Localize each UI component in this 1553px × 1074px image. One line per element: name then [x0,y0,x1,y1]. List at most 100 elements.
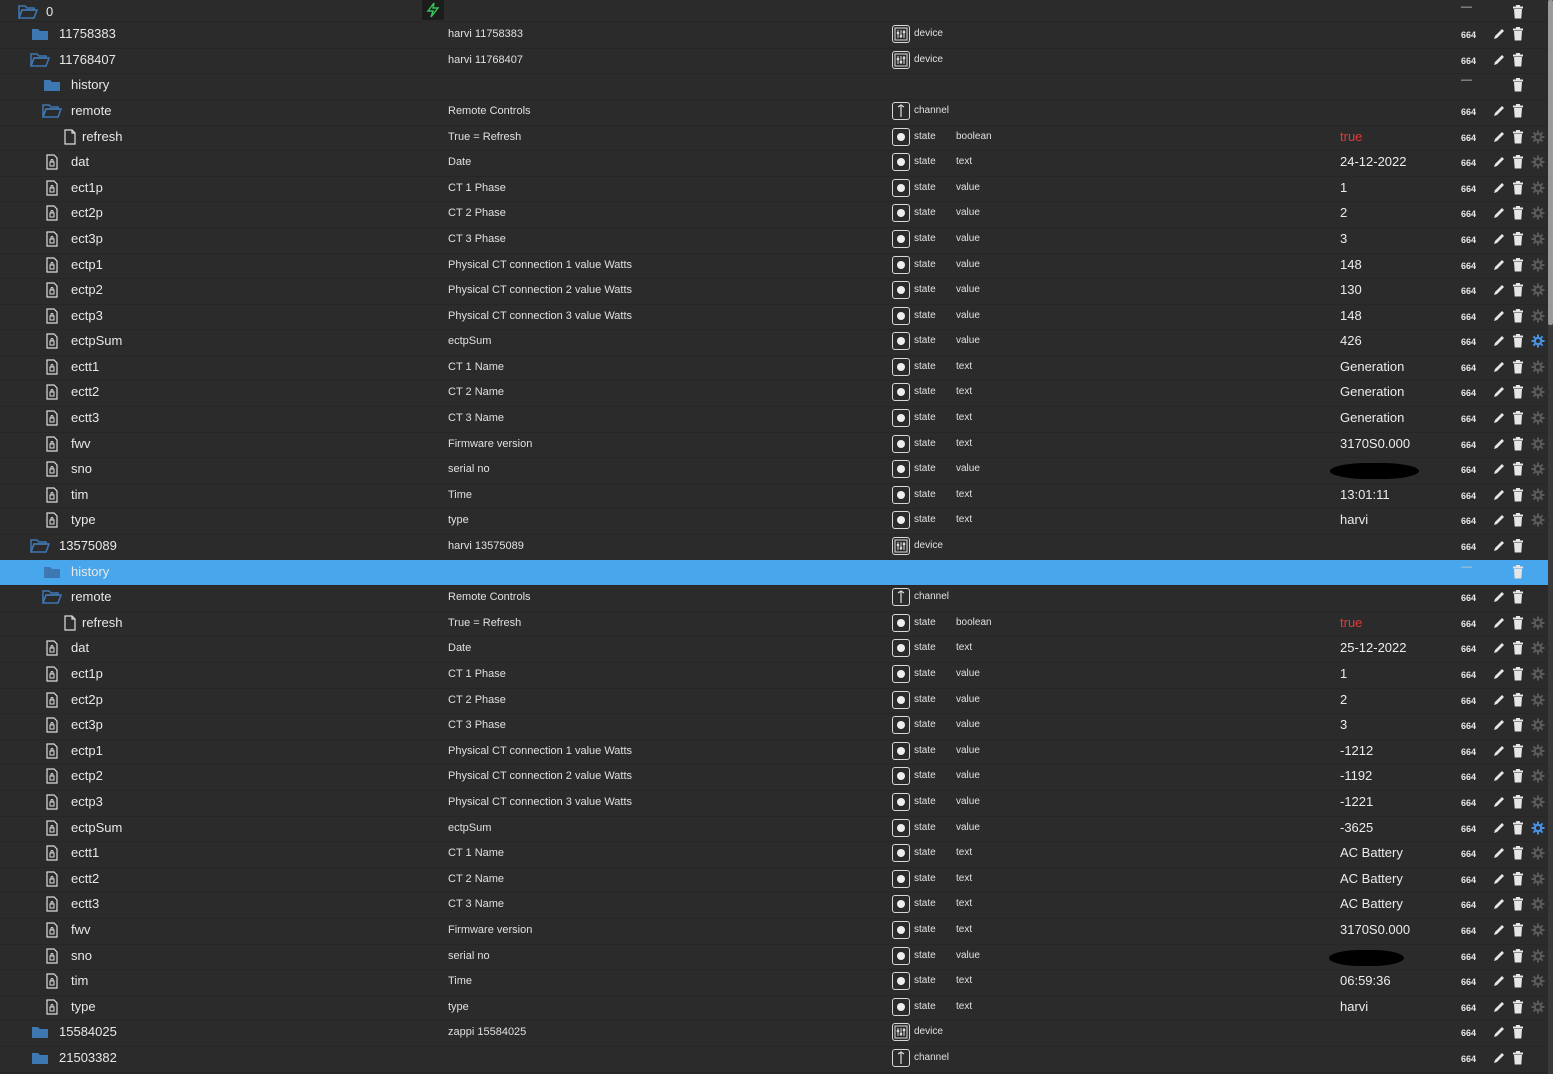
trash-icon[interactable] [1510,1024,1526,1040]
state-value[interactable]: 3170S0.000 [1340,922,1410,937]
gear-icon[interactable] [1530,871,1546,887]
gear-icon[interactable] [1530,231,1546,247]
tree-row-11758383[interactable]: 11758383 harvi 11758383 device 664 [0,22,1548,49]
gear-icon[interactable] [1530,999,1546,1015]
acl-value[interactable]: 664 [1461,798,1476,808]
state-value[interactable]: AC Battery [1340,896,1403,911]
pencil-icon[interactable] [1491,26,1507,42]
trash-icon[interactable] [1510,77,1526,93]
pencil-icon[interactable] [1491,384,1507,400]
tree-row-type[interactable]: type type state text harvi 664 [0,995,1548,1021]
state-value[interactable]: harvi [1340,999,1368,1014]
gear-icon[interactable] [1530,512,1546,528]
trash-icon[interactable] [1510,231,1526,247]
state-value[interactable]: 3170S0.000 [1340,436,1410,451]
pencil-icon[interactable] [1491,257,1507,273]
pencil-icon[interactable] [1491,461,1507,477]
acl-value[interactable]: 664 [1461,644,1476,654]
gear-icon[interactable] [1530,359,1546,375]
tree-row-ect2p[interactable]: ect2p CT 2 Phase state value 2 664 [0,201,1548,228]
acl-value[interactable]: 664 [1461,900,1476,910]
gear-icon[interactable] [1530,820,1546,836]
acl-value[interactable]: 664 [1461,977,1476,987]
gear-icon[interactable] [1530,487,1546,503]
pencil-icon[interactable] [1491,231,1507,247]
pencil-icon[interactable] [1491,692,1507,708]
gear-icon[interactable] [1530,948,1546,964]
tree-row-11768407[interactable]: 11768407 harvi 11768407 device 664 [0,48,1548,74]
tree-row-history[interactable]: history — [0,73,1548,100]
trash-icon[interactable] [1510,461,1526,477]
pencil-icon[interactable] [1491,794,1507,810]
acl-value[interactable]: 664 [1461,388,1476,398]
gear-icon[interactable] [1530,257,1546,273]
gear-icon[interactable] [1530,640,1546,656]
trash-icon[interactable] [1510,436,1526,452]
acl-value[interactable]: 664 [1461,670,1476,680]
gear-icon[interactable] [1530,666,1546,682]
gear-icon[interactable] [1530,922,1546,938]
acl-value[interactable]: 664 [1461,849,1476,859]
tree-row-refresh[interactable]: refresh True = Refresh state boolean true 664 [0,611,1548,637]
gear-icon[interactable] [1530,410,1546,426]
acl-value[interactable]: 664 [1461,1028,1476,1038]
acl-value[interactable]: 664 [1461,747,1476,757]
acl-value[interactable]: 664 [1461,184,1476,194]
pencil-icon[interactable] [1491,1024,1507,1040]
state-value[interactable]: Generation [1340,359,1404,374]
acl-value[interactable]: 664 [1461,772,1476,782]
gear-icon[interactable] [1530,461,1546,477]
tree-row-remote[interactable]: remote Remote Controls channel 664 [0,99,1548,126]
trash-icon[interactable] [1510,999,1526,1015]
acl-value[interactable]: 664 [1461,286,1476,296]
trash-icon[interactable] [1510,4,1526,20]
tree-row-ectt2[interactable]: ectt2 CT 2 Name state text Generation 664 [0,380,1548,407]
acl-value[interactable]: 664 [1461,363,1476,373]
gear-icon[interactable] [1530,129,1546,145]
pencil-icon[interactable] [1491,436,1507,452]
scrollbar-thumb[interactable] [1548,0,1553,325]
state-value[interactable]: true [1340,615,1362,630]
state-value[interactable]: 148 [1340,257,1362,272]
state-value[interactable]: 1 [1340,180,1347,195]
state-value[interactable]: 1 [1340,666,1347,681]
gear-icon[interactable] [1530,973,1546,989]
vertical-scrollbar[interactable] [1548,0,1553,1074]
state-value[interactable]: true [1340,129,1362,144]
trash-icon[interactable] [1510,308,1526,324]
acl-value[interactable]: 664 [1461,491,1476,501]
trash-icon[interactable] [1510,180,1526,196]
acl-value[interactable]: 664 [1461,696,1476,706]
state-value[interactable]: 3 [1340,717,1347,732]
pencil-icon[interactable] [1491,717,1507,733]
tree-row-ectp2[interactable]: ectp2 Physical CT connection 2 value Watt… [0,764,1548,791]
trash-icon[interactable] [1510,282,1526,298]
state-value[interactable]: AC Battery [1340,845,1403,860]
tree-row-history[interactable]: history — [0,560,1548,586]
tree-row-ectp1[interactable]: ectp1 Physical CT connection 1 value Watt… [0,739,1548,765]
pencil-icon[interactable] [1491,820,1507,836]
acl-value[interactable]: 664 [1461,875,1476,885]
trash-icon[interactable] [1510,615,1526,631]
acl-value[interactable]: 664 [1461,926,1476,936]
state-value[interactable]: 2 [1340,692,1347,707]
tree-row-ectt1[interactable]: ectt1 CT 1 Name state text AC Battery 664 [0,841,1548,868]
state-value[interactable]: -3625 [1340,820,1373,835]
tree-row-ectpSum[interactable]: ectpSum ectpSum state value 426 664 [0,329,1548,356]
acl-value[interactable]: 664 [1461,465,1476,475]
trash-icon[interactable] [1510,103,1526,119]
trash-icon[interactable] [1510,640,1526,656]
acl-value[interactable]: 664 [1461,824,1476,834]
state-value[interactable]: -1212 [1340,743,1373,758]
gear-icon[interactable] [1530,845,1546,861]
tree-row-ectt3[interactable]: ectt3 CT 3 Name state text Generation 664 [0,406,1548,433]
trash-icon[interactable] [1510,768,1526,784]
trash-icon[interactable] [1510,26,1526,42]
tree-row-ectt2[interactable]: ectt2 CT 2 Name state text AC Battery 664 [0,867,1548,893]
trash-icon[interactable] [1510,333,1526,349]
acl-value[interactable]: 664 [1461,56,1476,66]
acl-value[interactable]: 664 [1461,1054,1476,1064]
trash-icon[interactable] [1510,487,1526,503]
acl-value[interactable]: 664 [1461,593,1476,603]
pencil-icon[interactable] [1491,948,1507,964]
